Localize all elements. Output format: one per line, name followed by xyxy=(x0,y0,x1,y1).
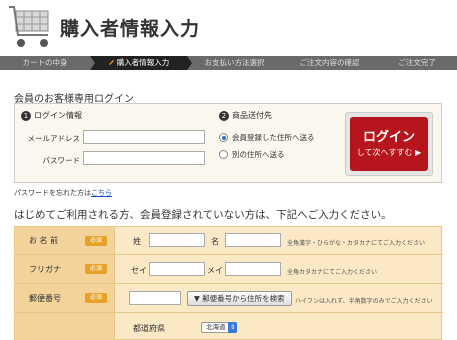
guest-title: はじめてご利用される方、会員登録されていない方は、下記へご入力ください。 xyxy=(14,209,392,221)
radio-label: 会員登録した住所へ送る xyxy=(232,133,315,142)
prefecture-row: 都道府県 北海道 ⇕ xyxy=(15,313,443,340)
forgot-password-link[interactable]: こちら xyxy=(91,189,112,197)
radio-unselected-icon xyxy=(219,150,228,159)
checkout-page: 購入者情報入力 カートの中身 購入者情報入力 お支払い方法選択 ご注文内容の確認… xyxy=(0,0,457,340)
postal-search-label: 郵便番号から住所を検索 xyxy=(202,294,285,303)
header: 購入者情報入力 xyxy=(0,0,457,56)
mei-kana-label: メイ xyxy=(207,266,223,275)
page-title: 購入者情報入力 xyxy=(60,18,201,40)
postal-code-input[interactable] xyxy=(129,291,181,305)
postal-label-text: 郵便番号 xyxy=(29,293,61,303)
step-cart: カートの中身 xyxy=(0,56,95,70)
furigana-label-text: フリガナ xyxy=(29,264,61,274)
name-row: お 名 前 必須 姓 名 全角漢字・ひらがな・カタカナにてご入力ください xyxy=(15,227,443,255)
login-button-label: ログイン xyxy=(362,130,415,145)
step-payment: お支払い方法選択 xyxy=(187,56,287,70)
last-name-input[interactable] xyxy=(149,233,205,247)
select-arrow-icon: ⇕ xyxy=(228,322,237,333)
login-button-sublabel-text: して次へすすむ xyxy=(356,148,413,157)
arrow-right-icon: ▶ xyxy=(415,148,422,157)
step-complete: ご注文完了 xyxy=(377,56,457,70)
prefecture-label-cell xyxy=(15,313,115,340)
prefecture-label: 都道府県 xyxy=(133,324,165,333)
name-label: お 名 前 必須 xyxy=(15,227,115,254)
shipping-title: 商品送付先 xyxy=(232,111,272,120)
last-name-kana-input[interactable] xyxy=(149,262,205,276)
step-label: お支払い方法選択 xyxy=(204,58,265,67)
email-label: メールアドレス xyxy=(27,134,81,143)
chevron-down-icon: ▼ xyxy=(194,294,200,303)
mei-label: 名 xyxy=(211,237,219,246)
prefecture-select[interactable]: 北海道 ⇕ xyxy=(201,322,237,333)
password-field[interactable] xyxy=(83,151,205,165)
prefecture-selected: 北海道 xyxy=(206,323,226,331)
step-buyer-info: 購入者情報入力 xyxy=(90,56,192,70)
forgot-password: パスワードを忘れた方はこちら xyxy=(14,188,112,198)
forgot-text: パスワードを忘れた方は xyxy=(14,189,91,197)
radio-registered-address[interactable]: 会員登録した住所へ送る xyxy=(219,132,315,143)
first-name-input[interactable] xyxy=(225,233,281,247)
login-info-heading: 1 ログイン情報 xyxy=(21,110,82,121)
guest-form: お 名 前必須 姓 名 全角漢字・ひらがな・カタカナにてご入力ください フリガナ… xyxy=(14,226,443,340)
login-button-face: ログイン して次へすすむ ▶ xyxy=(350,117,428,171)
password-label: パスワード xyxy=(42,156,81,165)
first-name-kana-input[interactable] xyxy=(225,262,281,276)
radio-other-address[interactable]: 別の住所へ送る xyxy=(219,149,285,160)
furigana-row: フリガナ 必須 セイ メイ 全角カタカナにてご入力ください xyxy=(15,255,443,284)
furigana-label: フリガナ 必須 xyxy=(15,255,115,283)
postal-label: 郵便番号 必須 xyxy=(15,284,115,312)
furigana-hint: 全角カタカナにてご入力ください xyxy=(287,269,378,276)
required-badge: 必須 xyxy=(85,293,107,303)
step-number-badge: 2 xyxy=(219,111,229,121)
sei-label: 姓 xyxy=(133,237,141,246)
member-login-box: 1 ログイン情報 メールアドレス パスワード 2 商品送付先 会員登録した住所へ送る… xyxy=(14,103,442,183)
step-label: ご注文完了 xyxy=(398,58,436,67)
shopping-cart-icon xyxy=(9,6,49,47)
pencil-icon xyxy=(108,59,114,66)
required-badge: 必須 xyxy=(85,264,107,274)
postal-row: 郵便番号 必須 ▼ 郵便番号から住所を検索 ハイフンは入れず、半角数字のみでご入力… xyxy=(15,284,443,313)
radio-label: 別の住所へ送る xyxy=(232,150,285,159)
step-number-badge: 1 xyxy=(21,111,31,121)
step-label: ご注文内容の確認 xyxy=(299,58,360,67)
name-hint: 全角漢字・ひらがな・カタカナにてご入力ください xyxy=(287,240,426,247)
step-confirm: ご注文内容の確認 xyxy=(282,56,382,70)
login-info-title: ログイン情報 xyxy=(34,111,82,120)
postal-search-button[interactable]: ▼ 郵便番号から住所を検索 xyxy=(187,291,292,306)
email-field[interactable] xyxy=(83,130,205,144)
required-badge: 必須 xyxy=(85,236,107,246)
name-label-text: お 名 前 xyxy=(29,236,59,245)
step-label: 購入者情報入力 xyxy=(116,58,170,67)
sei-kana-label: セイ xyxy=(131,266,147,275)
progress-steps: カートの中身 購入者情報入力 お支払い方法選択 ご注文内容の確認 ご注文完了 xyxy=(0,56,457,70)
login-button-sublabel: して次へすすむ ▶ xyxy=(350,147,428,158)
step-label: カートの中身 xyxy=(22,58,68,67)
shipping-heading: 2 商品送付先 xyxy=(219,110,272,121)
login-next-button[interactable]: ログイン して次へすすむ ▶ xyxy=(345,112,433,176)
radio-selected-icon xyxy=(219,133,228,142)
postal-hint: ハイフンは入れず、半角数字のみでご入力ください xyxy=(295,298,433,305)
